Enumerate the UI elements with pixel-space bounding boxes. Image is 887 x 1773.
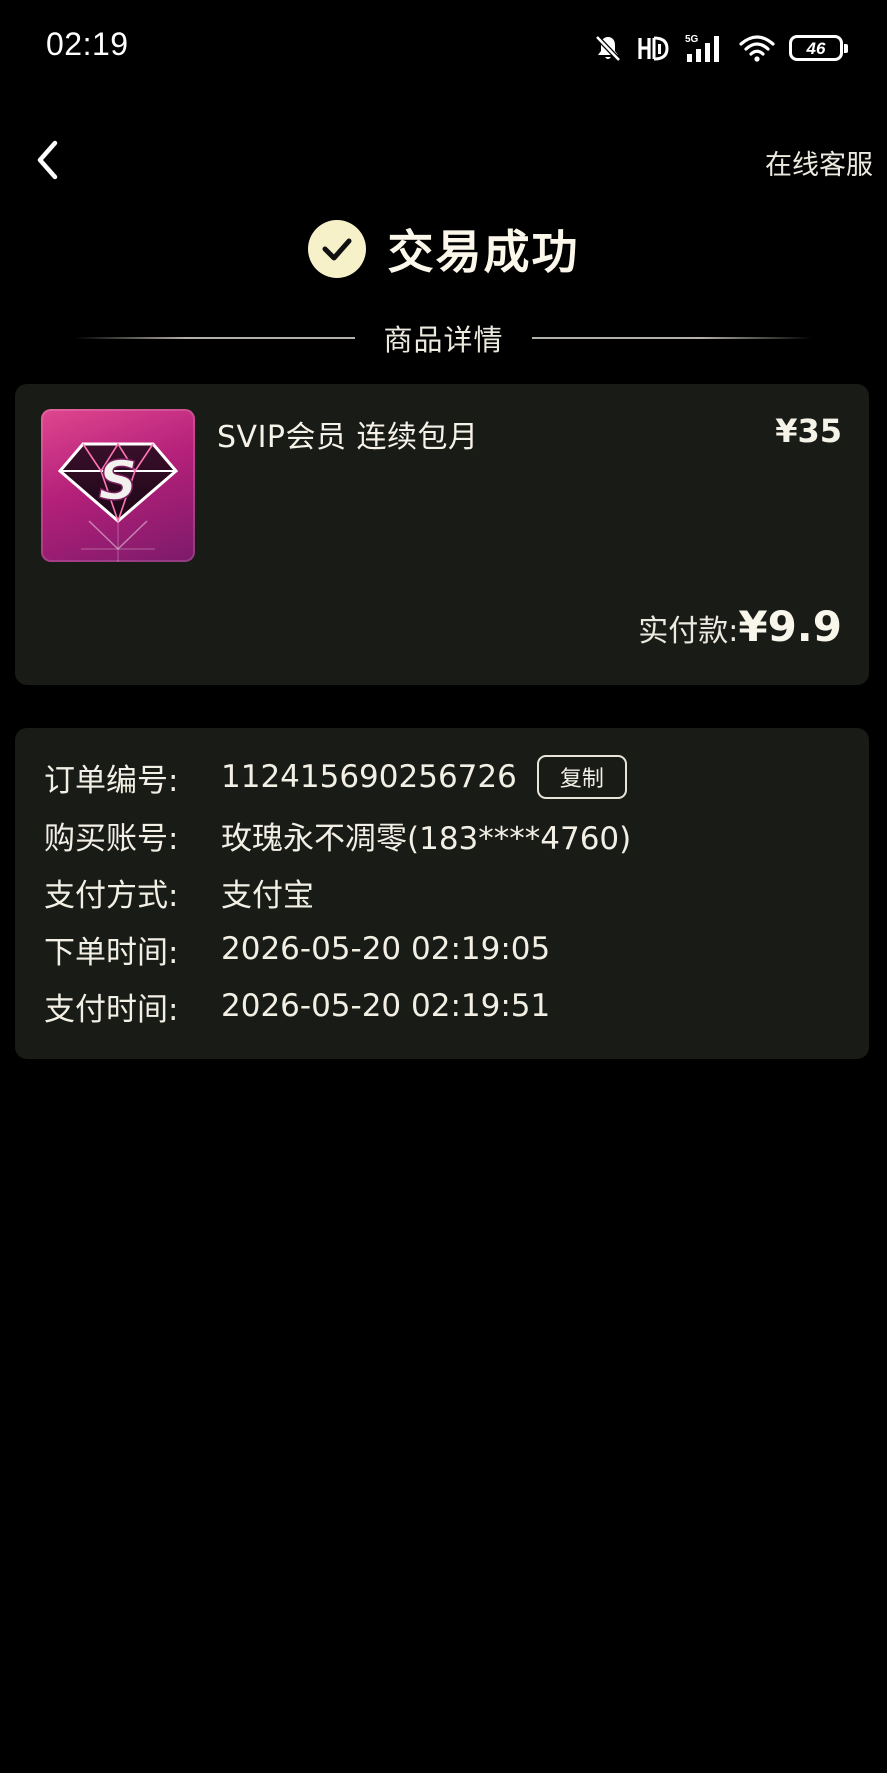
transaction-status: 交易成功 <box>0 216 887 282</box>
status-time: 02:19 <box>46 26 129 62</box>
check-circle-icon <box>307 220 366 278</box>
payment-method-label: 支付方式: <box>44 877 179 914</box>
payment-method-row: 支付方式: 支付宝 <box>44 869 314 915</box>
customer-service-link[interactable]: 在线客服 <box>765 143 873 182</box>
section-title: 商品详情 <box>383 323 504 357</box>
order-number-value: 112415690256726 <box>221 759 517 795</box>
product-card: S SVIP会员 连续包月 ¥35 实付款: ¥9.9 <box>15 384 869 685</box>
page-title: 交易成功 <box>387 225 580 279</box>
status-bar: 02:19 5G 46 <box>0 0 887 100</box>
paid-amount-row: 实付款: ¥9.9 <box>638 602 842 651</box>
product-original-price: ¥35 <box>775 412 842 450</box>
status-icons: 5G 46 <box>593 30 848 66</box>
divider-line-left <box>75 337 356 339</box>
paid-label: 实付款: <box>638 614 739 649</box>
bell-off-icon <box>593 33 623 63</box>
hd-icon <box>637 33 671 63</box>
network-label: 5G <box>685 34 699 45</box>
wifi-icon <box>739 33 775 63</box>
battery-icon: 46 <box>789 35 848 61</box>
paid-amount: ¥9.9 <box>738 602 842 651</box>
product-name: SVIP会员 连续包月 <box>217 420 479 455</box>
payment-time-label: 支付时间: <box>44 991 179 1028</box>
chevron-left-icon <box>31 137 65 187</box>
battery-level: 46 <box>806 38 826 58</box>
copy-button[interactable]: 复制 <box>536 755 627 799</box>
buyer-account-row: 购买账号: 玫瑰永不凋零(183****4760) <box>44 812 631 858</box>
back-button[interactable] <box>18 132 78 192</box>
buyer-account-value: 玫瑰永不凋零(183****4760) <box>221 820 632 857</box>
order-time-label: 下单时间: <box>44 934 179 971</box>
order-time-row: 下单时间: 2026-05-20 02:19:05 <box>44 926 550 972</box>
buyer-account-label: 购买账号: <box>44 820 179 857</box>
thumb-letter: S <box>99 449 138 512</box>
svip-diamond-icon: S <box>57 442 179 562</box>
order-number-row: 订单编号: 112415690256726 复制 <box>44 754 627 800</box>
order-info-card: 订单编号: 112415690256726 复制 购买账号: 玫瑰永不凋零(18… <box>15 728 869 1059</box>
order-number-label: 订单编号: <box>44 762 179 799</box>
payment-time-row: 支付时间: 2026-05-20 02:19:51 <box>44 983 550 1029</box>
divider-line-right <box>531 337 812 339</box>
payment-method-value: 支付宝 <box>221 877 314 914</box>
product-thumbnail: S <box>41 409 195 562</box>
order-time-value: 2026-05-20 02:19:05 <box>221 931 551 967</box>
signal-icon: 5G <box>685 32 725 64</box>
section-divider: 商品详情 <box>0 318 887 358</box>
payment-time-value: 2026-05-20 02:19:51 <box>221 988 551 1024</box>
